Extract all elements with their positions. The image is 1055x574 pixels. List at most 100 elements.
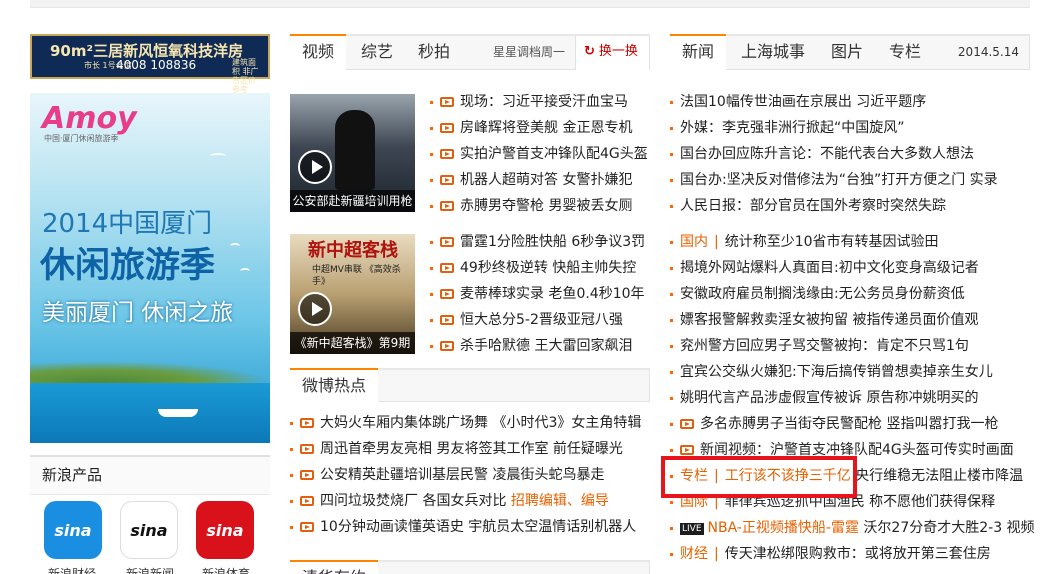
video-icon xyxy=(440,237,454,247)
news-list-main: 国内 | 统计称至少10省市有转基因试验田 揭境外网站爆料人真面目:初中文化变身高级… xyxy=(670,229,1050,567)
list-item[interactable]: 杀手哈默德 王大雷回家飙泪 xyxy=(430,333,645,359)
video-list: 雷霆1分险胜快船 6秒争议3罚 49秒终极逆转 快船主帅失控 麦蒂棒球实录 老鱼… xyxy=(430,229,645,359)
poster-subtitle: 中超MV串联 《高效杀手》 xyxy=(312,265,401,287)
news-list-top: 法国10幅传世油画在京展出 习近平题序 外媒：李克强非洲行掀起“中国旋风” 国台… xyxy=(670,89,1050,219)
list-item[interactable]: 四问垃圾焚烧厂 各国女兵对比 招聘编辑、编导 xyxy=(290,488,641,514)
tab-variety[interactable]: 综艺 xyxy=(361,36,393,70)
list-item[interactable]: 宜宾公交纵火嫌犯:下海后搞传销曾想卖掉亲生女儿 xyxy=(670,359,1050,385)
list-item[interactable]: 国际 | 菲律宾巡逻抓中国渔民 称不愿他们获得保释 xyxy=(670,489,1050,515)
list-item[interactable]: 10分钟动画读懂英语史 宇航员太空温情话别机器人 xyxy=(290,514,641,540)
product-label[interactable]: 新浪新闻 xyxy=(126,565,174,574)
list-item[interactable]: 外媒：李克强非洲行掀起“中国旋风” xyxy=(670,115,1050,141)
video-icon xyxy=(680,445,694,455)
list-item[interactable]: 多名赤膊男子当街夺民警配枪 竖指叫嚣打我一枪 xyxy=(670,411,1050,437)
ad-title-line1: 2014中国厦门 xyxy=(42,209,213,239)
video-icon xyxy=(300,470,314,480)
list-item[interactable]: 周迅首牵男友亮相 男友将签其工作室 前任疑曝光 xyxy=(290,436,641,462)
tsinghua-header: 清华有约 xyxy=(290,560,650,574)
list-item[interactable]: 揭境外网站爆料人真面目:初中文化变身高级记者 xyxy=(670,255,1050,281)
ad-title-line2: 休闲旅游季 xyxy=(40,246,216,286)
list-item[interactable]: 国台办回应陈升言论：不能代表台大多数人想法 xyxy=(670,141,1050,167)
tab-news[interactable]: 新闻 xyxy=(670,34,727,70)
sina-products-panel: 新浪产品 sina sina sina 新浪财经 新浪新闻 新浪体育 xyxy=(30,455,270,574)
xiamen-tourism-ad[interactable]: Amoy 中国·厦门休闲旅游季 2014中国厦门 休闲旅游季 美丽厦门 休闲之旅 xyxy=(30,93,270,443)
video-caption: 公安部赴新疆培训用枪 xyxy=(290,190,415,212)
tab-photos[interactable]: 图片 xyxy=(831,36,863,70)
category-link[interactable]: 国际 xyxy=(680,494,708,510)
list-item[interactable]: 机器人超萌对答 女警扑嫌犯 xyxy=(430,167,648,193)
refresh-button[interactable]: ↻ 换一换 xyxy=(575,36,649,70)
recruit-link[interactable]: 招聘编辑、编导 xyxy=(511,493,609,509)
video-icon xyxy=(300,522,314,532)
video-icon xyxy=(680,419,694,429)
weibo-hot-list: 大妈火车厢内集体跳广场舞 《小时代3》女主角特辑 周迅首牵男友亮相 男友将签其工… xyxy=(290,410,641,540)
current-date: 2014.5.14 xyxy=(957,45,1019,59)
video-icon xyxy=(440,315,454,325)
product-label[interactable]: 新浪财经 xyxy=(48,565,96,574)
list-item[interactable]: 新闻视频：沪警首支冲锋队配4G头盔可传实时画面 xyxy=(670,437,1050,463)
list-item[interactable]: 嫖客报警解救卖淫女被拘留 被指传递员面价值观 xyxy=(670,307,1050,333)
tab-shanghai[interactable]: 上海城事 xyxy=(741,36,805,70)
refresh-icon: ↻ xyxy=(584,44,595,59)
video-icon xyxy=(440,123,454,133)
video-tabs: 视频 综艺 秒拍 星星调档周一 ↻ 换一换 xyxy=(290,34,650,70)
video-icon xyxy=(440,175,454,185)
tab-miaopai[interactable]: 秒拍 xyxy=(418,36,450,70)
video-thumbnail[interactable]: 新中超客栈 中超MV串联 《高效杀手》 《新中超客栈》第9期 xyxy=(290,234,415,354)
list-item[interactable]: 大妈火车厢内集体跳广场舞 《小时代3》女主角特辑 xyxy=(290,410,641,436)
category-link[interactable]: 财经 xyxy=(680,546,708,562)
play-icon xyxy=(298,292,332,326)
ad-title-line3: 美丽厦门 休闲之旅 xyxy=(42,300,234,326)
tab-tsinghua[interactable]: 清华有约 xyxy=(290,560,379,574)
category-link[interactable]: 国内 xyxy=(680,234,708,250)
list-item[interactable]: 公安精英赴疆培训基层民警 凌晨街头蛇鸟暴走 xyxy=(290,462,641,488)
products-title: 新浪产品 xyxy=(30,457,270,495)
video-icon xyxy=(300,444,314,454)
list-item[interactable]: 现场：习近平接受汗血宝马 xyxy=(430,89,648,115)
list-item[interactable]: 麦蒂棒球实录 老鱼0.4秒10年 xyxy=(430,281,645,307)
list-item[interactable]: 兖州警方回应男子骂交警被拘：肯定不只骂1句 xyxy=(670,333,1050,359)
list-item[interactable]: 雷霆1分险胜快船 6秒争议3罚 xyxy=(430,229,645,255)
real-estate-banner-ad[interactable]: 90m²三居新风恒氧科技洋房 市长 1号公馆 4008 108836 建筑面积 … xyxy=(30,34,270,94)
list-item[interactable]: 房峰辉将登美舰 金正恩专机 xyxy=(430,115,648,141)
list-item[interactable]: 安徽政府雇员制搁浅缘由:无公务员身份薪资低 xyxy=(670,281,1050,307)
column-link[interactable]: 工行该不该挣三千亿 xyxy=(725,468,851,484)
sina-finance-app-icon[interactable]: sina xyxy=(44,501,102,559)
product-label[interactable]: 新浪体育 xyxy=(202,565,250,574)
list-item[interactable]: 实拍沪警首支冲锋队配4G头盔 xyxy=(430,141,648,167)
top-bar xyxy=(30,0,1030,8)
list-item[interactable]: 国台办:坚决反对借修法为“台独”打开方便之门 实录 xyxy=(670,167,1050,193)
category-link[interactable]: 专栏 xyxy=(680,468,708,484)
list-item[interactable]: 专栏 | 工行该不该挣三千亿 央行维稳无法阻止楼市降温 xyxy=(670,463,1050,489)
video-icon xyxy=(440,201,454,211)
list-item[interactable]: 国内 | 统计称至少10省市有转基因试验田 xyxy=(670,229,1050,255)
list-item[interactable]: 法国10幅传世油画在京展出 习近平题序 xyxy=(670,89,1050,115)
video-icon xyxy=(440,149,454,159)
tab-weibo-hot[interactable]: 微博热点 xyxy=(290,368,379,404)
video-promo-text[interactable]: 星星调档周一 xyxy=(493,36,565,70)
list-item[interactable]: 49秒终极逆转 快船主帅失控 xyxy=(430,255,645,281)
boat-icon xyxy=(158,409,198,417)
sina-sports-app-icon[interactable]: sina xyxy=(196,501,254,559)
poster-title: 新中超客栈 xyxy=(308,240,398,261)
list-item[interactable]: 姚明代言产品涉虚假宣传被诉 原告称冲姚明买的 xyxy=(670,385,1050,411)
video-icon xyxy=(440,263,454,273)
video-icon xyxy=(440,97,454,107)
news-tabs: 新闻 上海城事 图片 专栏 2014.5.14 xyxy=(670,34,1030,70)
sea-graphic xyxy=(30,383,270,443)
tab-video[interactable]: 视频 xyxy=(290,34,347,70)
seagull-icon xyxy=(240,268,250,274)
live-link[interactable]: NBA-正视频播快船-雷霆 xyxy=(708,520,859,536)
tab-columns[interactable]: 专栏 xyxy=(889,36,921,70)
seagull-icon xyxy=(230,243,240,249)
list-item[interactable]: 人民日报：部分官员在国外考察时突然失踪 xyxy=(670,193,1050,219)
list-item[interactable]: 恒大总分5-2晋级亚冠八强 xyxy=(430,307,645,333)
sina-news-app-icon[interactable]: sina xyxy=(120,501,178,559)
list-item[interactable]: 财经 | 传天津松绑限购救市：或将放开第三套住房 xyxy=(670,541,1050,567)
list-item[interactable]: LIVE NBA-正视频播快船-雷霆 沃尔27分奇才大胜2-3 视频 xyxy=(670,515,1050,541)
list-item[interactable]: 赤膊男夺警枪 男婴被丢女厕 xyxy=(430,193,648,219)
video-thumbnail[interactable]: 公安部赴新疆培训用枪 xyxy=(290,94,415,212)
weibo-hot-header: 微博热点 xyxy=(290,368,650,404)
ad-side-note: 建筑面积 非广告区价参考 xyxy=(232,58,259,94)
video-icon xyxy=(440,289,454,299)
